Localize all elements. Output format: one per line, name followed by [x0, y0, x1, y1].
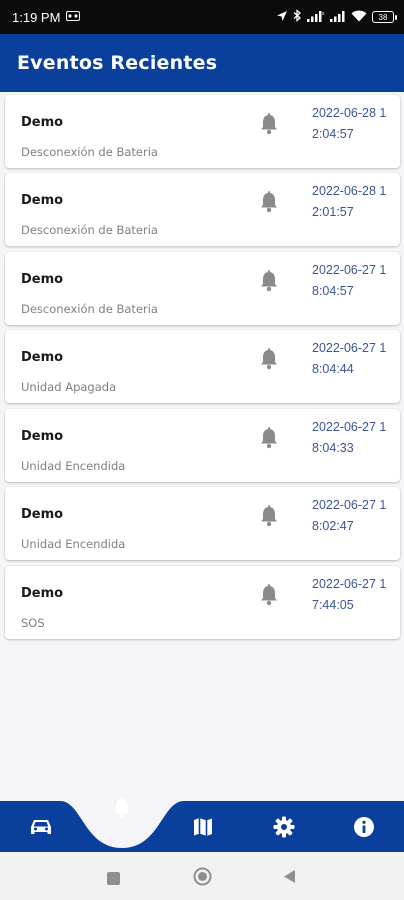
event-description: Desconexión de Bateria [21, 302, 158, 316]
event-timestamp: 2022-06-27 18:04:33 [312, 420, 387, 455]
bell-icon [259, 505, 279, 527]
nav-events[interactable] [102, 790, 142, 830]
event-title: Demo [21, 350, 64, 365]
wifi-icon [351, 10, 367, 25]
svg-text:x: x [322, 11, 325, 17]
event-title: Demo [21, 193, 64, 208]
map-icon [192, 816, 214, 842]
signal-icon: x [307, 10, 325, 25]
app-bar: Eventos Recientes [0, 34, 404, 92]
event-card[interactable]: Demo Desconexión de Bateria 2022-06-28 1… [5, 95, 400, 168]
signal-2-icon [330, 10, 346, 25]
battery-icon: 38 [372, 11, 397, 23]
bottom-nav [0, 790, 404, 852]
status-time: 1:19 PM [12, 9, 61, 25]
event-timestamp: 2022-06-28 12:04:57 [312, 106, 387, 141]
event-description: Unidad Encendida [21, 459, 126, 473]
nav-settings[interactable] [269, 814, 299, 844]
nav-info[interactable] [349, 814, 379, 844]
event-timestamp: 2022-06-27 17:44:05 [312, 577, 387, 612]
event-title: Demo [21, 272, 64, 287]
event-title: Demo [21, 586, 64, 601]
gear-icon [273, 816, 295, 842]
event-timestamp: 2022-06-28 12:01:57 [312, 184, 387, 219]
page-title: Eventos Recientes [17, 52, 218, 74]
event-title: Demo [21, 429, 64, 444]
bell-icon [259, 113, 279, 135]
bell-icon [259, 348, 279, 370]
info-icon [353, 816, 375, 842]
car-icon [29, 817, 53, 841]
event-timestamp: 2022-06-27 18:04:57 [312, 263, 387, 298]
home-circle-icon[interactable] [193, 867, 212, 890]
event-description: Desconexión de Bateria [21, 145, 158, 159]
event-card[interactable]: Demo Desconexión de Bateria 2022-06-28 1… [5, 173, 400, 246]
back-triangle-icon[interactable] [283, 869, 296, 888]
nav-map[interactable] [188, 814, 218, 844]
event-title: Demo [21, 507, 64, 522]
bell-icon [259, 191, 279, 213]
bell-icon [259, 584, 279, 606]
media-icon [66, 10, 81, 24]
event-timestamp: 2022-06-27 18:02:47 [312, 498, 387, 533]
event-timestamp: 2022-06-27 18:04:44 [312, 341, 387, 376]
status-bar: 1:19 PM x 38 [0, 0, 404, 34]
recents-square-icon[interactable] [107, 870, 120, 889]
system-nav-bar [0, 852, 404, 900]
location-icon [276, 10, 288, 25]
event-card[interactable]: Demo SOS 2022-06-27 17:44:05 [5, 566, 400, 639]
nav-vehicles[interactable] [26, 814, 56, 844]
bell-icon [259, 427, 279, 449]
event-card[interactable]: Demo Unidad Apagada 2022-06-27 18:04:44 [5, 330, 400, 403]
event-card[interactable]: Demo Desconexión de Bateria 2022-06-27 1… [5, 252, 400, 325]
bluetooth-icon [293, 9, 302, 25]
event-description: Desconexión de Bateria [21, 223, 158, 237]
event-description: SOS [21, 616, 45, 630]
event-card[interactable]: Demo Unidad Encendida 2022-06-27 18:04:3… [5, 409, 400, 482]
event-description: Unidad Apagada [21, 380, 117, 394]
bell-icon [112, 797, 132, 823]
bell-icon [259, 270, 279, 292]
event-description: Unidad Encendida [21, 537, 126, 551]
event-card[interactable]: Demo Unidad Encendida 2022-06-27 18:02:4… [5, 487, 400, 560]
event-title: Demo [21, 115, 64, 130]
